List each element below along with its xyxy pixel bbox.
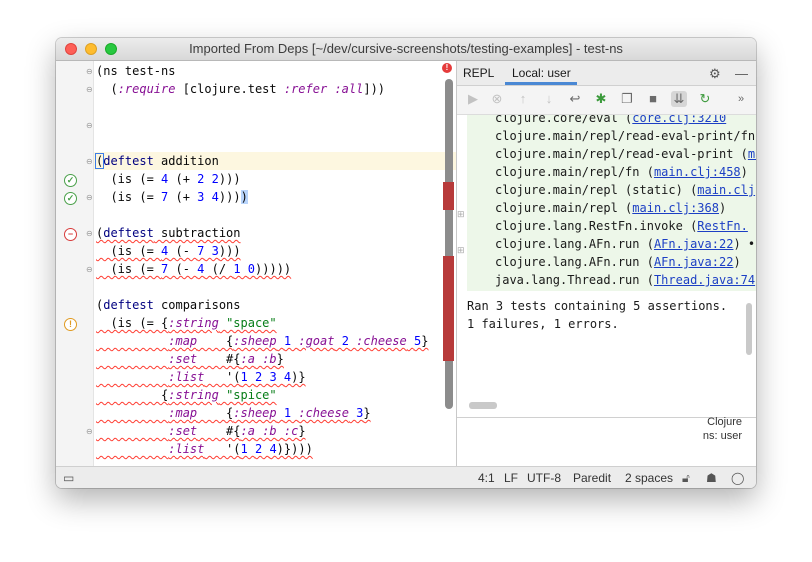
code-line: :set #{:a :b :c}	[168, 424, 306, 438]
repl-panel: REPL Local: user ⚙ — ▶ ⊗ ↑ ↓ ↩ ✱ ❐ ■ ⇊ ↻…	[457, 61, 756, 467]
stacktrace-line: java.lang.Thread.run (Thread.java:74	[495, 273, 756, 287]
code-line: (is (= {:string "space"	[96, 316, 277, 330]
code-line: (is (= 7 (+ 3 4))))	[96, 190, 248, 204]
fold-marker-icon[interactable]: ⊖	[86, 121, 93, 130]
source-link[interactable]: main.clj	[748, 147, 756, 161]
code-line: (ns test-ns	[96, 64, 176, 78]
history-down-icon[interactable]: ↓	[541, 91, 557, 107]
toggle-tool-windows-icon[interactable]: ▭	[63, 471, 74, 485]
event-log-icon[interactable]: ◯	[731, 471, 744, 485]
code-line: (is (= 7 (- 4 (/ 1 0)))))	[96, 262, 292, 276]
source-link[interactable]: RestFn.	[697, 219, 748, 233]
repl-namespace-label: ns: user	[702, 430, 742, 442]
source-link[interactable]: main.clj:458	[654, 165, 741, 179]
debug-bug-icon[interactable]: ✱	[593, 91, 609, 107]
code-line: (is (= 4 (- 7 3)))	[96, 244, 241, 258]
stacktrace-line: clojure.lang.AFn.run (AFn.java:22)	[495, 255, 741, 269]
stacktrace-line: clojure.lang.AFn.run (AFn.java:22) •	[495, 237, 756, 251]
status-bar: ▭ 4:1 LF UTF-8 Paredit 2 spaces 🔓︎ ☗ ◯	[56, 466, 756, 488]
fold-marker-icon[interactable]: ⊞	[457, 209, 465, 220]
test-summary: Ran 3 tests containing 5 assertions.	[467, 299, 728, 313]
fold-marker-icon[interactable]: ⊖	[86, 193, 93, 202]
code-editor[interactable]: (ns test-ns (:require [clojure.test :ref…	[94, 61, 456, 466]
source-link[interactable]: core.clj:3210	[632, 115, 726, 125]
repl-language-label: Clojure	[707, 416, 742, 428]
repl-tab-bar: REPL Local: user ⚙ —	[457, 61, 756, 86]
fold-marker-icon[interactable]: ⊖	[86, 85, 93, 94]
repl-output[interactable]: ⊞ ⊞ clojure.core/eval (core.clj:3210 cloj…	[457, 115, 756, 337]
active-tab-indicator	[505, 82, 577, 85]
source-link[interactable]: main.clj	[697, 183, 755, 197]
fold-marker-icon[interactable]: ⊖	[86, 229, 93, 238]
repl-tool-title: REPL	[463, 66, 495, 80]
source-link[interactable]: Thread.java:74	[654, 273, 755, 287]
code-line: (deftest comparisons	[96, 298, 241, 312]
code-line: (:require [clojure.test :refer :all]))	[96, 82, 386, 96]
title-bar: Imported From Deps [~/dev/cursive-screen…	[56, 38, 756, 61]
error-stripe-mark[interactable]	[443, 182, 454, 210]
test-pass-icon[interactable]: ✓	[64, 174, 77, 187]
copy-icon[interactable]: ❐	[619, 91, 635, 107]
code-line: :list '(1 2 3 4)}	[168, 370, 306, 384]
more-actions-icon[interactable]: »	[733, 91, 749, 107]
stacktrace-line: clojure.main/repl/read-eval-print (main.…	[495, 145, 756, 163]
file-encoding[interactable]: UTF-8	[527, 471, 561, 485]
stacktrace-line: clojure.main/repl (static) (main.clj	[495, 183, 756, 197]
structural-editing-mode[interactable]: Paredit	[573, 471, 611, 485]
clear-trash-icon[interactable]: ■	[645, 91, 661, 107]
test-pass-icon[interactable]: ✓	[64, 192, 77, 205]
stacktrace-line: clojure.main/repl (main.clj:368)	[495, 201, 727, 215]
indent-setting[interactable]: 2 spaces	[625, 471, 673, 485]
interrupt-icon[interactable]: ⊗	[489, 91, 505, 107]
ide-window: Imported From Deps [~/dev/cursive-screen…	[56, 38, 756, 488]
inspector-icon[interactable]: ☗	[706, 471, 717, 485]
stacktrace-line: clojure.core/eval (core.clj:3210	[495, 115, 726, 127]
code-line: (is (= 4 (+ 2 2)))	[96, 172, 241, 186]
test-error-icon[interactable]: −	[64, 228, 77, 241]
tab-local-user[interactable]: Local: user	[512, 66, 571, 80]
repl-toolbar: ▶ ⊗ ↑ ↓ ↩ ✱ ❐ ■ ⇊ ↻ »	[457, 86, 756, 115]
source-link[interactable]: AFn.java:22	[654, 237, 733, 251]
fold-marker-icon[interactable]: ⊖	[86, 265, 93, 274]
window-title: Imported From Deps [~/dev/cursive-screen…	[189, 41, 623, 56]
code-line: (deftest addition	[94, 153, 219, 169]
line-separator[interactable]: LF	[504, 471, 518, 485]
stacktrace-line: clojure.lang.RestFn.invoke (RestFn.	[495, 219, 748, 233]
history-up-icon[interactable]: ↑	[515, 91, 531, 107]
lock-icon[interactable]: 🔓︎	[682, 471, 690, 486]
gear-icon[interactable]: ⚙	[709, 66, 721, 82]
scroll-to-end-icon[interactable]: ⇊	[671, 91, 687, 107]
stacktrace-line: clojure.main/repl/read-eval-print/fn	[495, 129, 756, 143]
code-line: {:string "spice"	[96, 388, 277, 402]
error-indicator-icon[interactable]: !	[442, 63, 452, 73]
soft-wrap-icon[interactable]: ↩	[567, 91, 583, 107]
reload-icon[interactable]: ↻	[697, 91, 713, 107]
repl-horizontal-scrollbar[interactable]	[469, 402, 497, 409]
caret-position[interactable]: 4:1	[478, 471, 495, 485]
code-line: :map {:sheep 1 :goat 2 :cheese 5}	[168, 334, 429, 348]
code-line: :list '(1 2 4)})))	[168, 442, 313, 456]
code-line: (deftest subtraction	[96, 226, 241, 240]
error-stripe-mark[interactable]	[443, 256, 454, 361]
fold-marker-icon[interactable]: ⊞	[457, 245, 465, 256]
code-line: :map {:sheep 1 :cheese 3}	[168, 406, 371, 420]
source-link[interactable]: AFn.java:22	[654, 255, 733, 269]
code-line: :set #{:a :b}	[168, 352, 284, 366]
fold-marker-icon[interactable]: ⊖	[86, 67, 93, 76]
fold-marker-icon[interactable]: ⊖	[86, 157, 93, 166]
repl-vertical-scrollbar[interactable]	[746, 303, 752, 355]
test-failure-icon[interactable]: !	[64, 318, 77, 331]
hide-panel-icon[interactable]: —	[735, 66, 748, 81]
run-icon[interactable]: ▶	[465, 91, 481, 107]
source-link[interactable]: main.clj:368	[632, 201, 719, 215]
stacktrace-line: clojure.main/repl/fn (main.clj:458)	[495, 165, 748, 179]
editor-gutter: ⊖ ⊖ ⊖ ⊖ ⊖ ⊖ ⊖ ⊖ ✓ ✓ − !	[56, 61, 94, 466]
fold-marker-icon[interactable]: ⊖	[86, 427, 93, 436]
test-result-counts: 1 failures, 1 errors.	[467, 317, 619, 331]
